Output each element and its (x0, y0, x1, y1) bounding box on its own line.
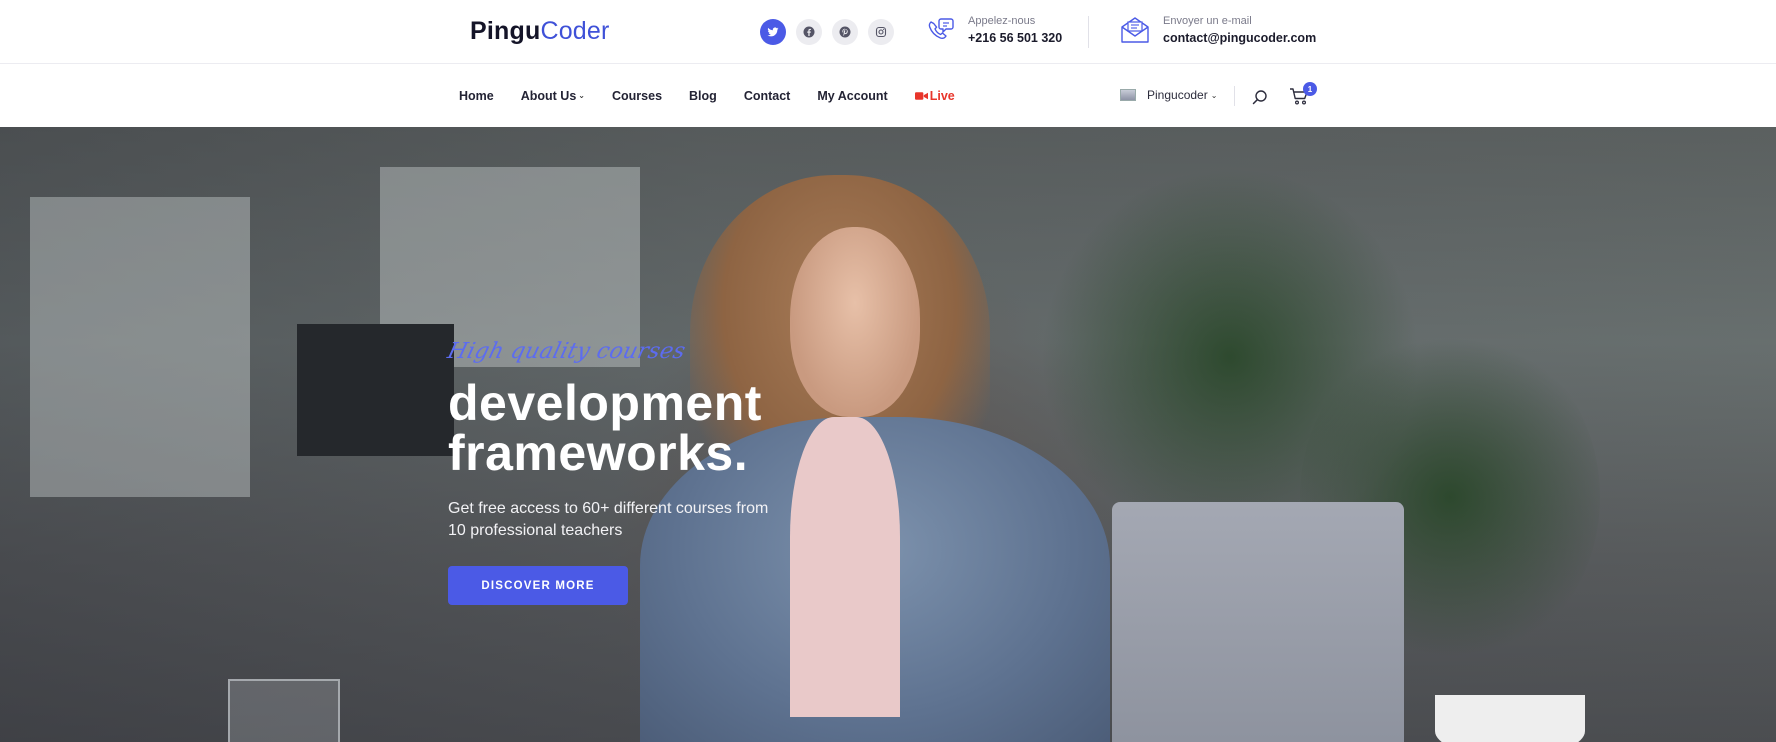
hero-headline: development frameworks. (448, 378, 968, 478)
nav-about-us[interactable]: About Us ⌄ (521, 89, 585, 103)
background-screen (297, 324, 454, 456)
hero-subtext-line2: 10 professional teachers (448, 522, 623, 539)
video-camera-icon (914, 91, 928, 100)
logo-text-primary: Pingu (470, 16, 541, 45)
hero-headline-line2: frameworks. (448, 425, 749, 481)
nav-home[interactable]: Home (459, 89, 494, 103)
contact-phone-value[interactable]: +216 56 501 320 (968, 28, 1062, 48)
contact-email-text: Envoyer un e-mail contact@pingucoder.com (1163, 14, 1316, 48)
top-bar: PinguCoder Appelez-nous +216 56 501 320 (0, 0, 1776, 64)
twitter-link[interactable] (760, 19, 786, 45)
background-window (30, 197, 250, 497)
main-nav: Home About Us ⌄ Courses Blog Contact My A… (459, 64, 982, 127)
contact-phone[interactable]: Appelez-nous +216 56 501 320 (924, 14, 1062, 48)
logo-text-secondary: Coder (540, 16, 610, 45)
twitter-icon (767, 27, 779, 37)
contact-email-value[interactable]: contact@pingucoder.com (1163, 28, 1316, 48)
contact-phone-label: Appelez-nous (968, 15, 1036, 27)
nav-contact[interactable]: Contact (744, 89, 791, 103)
nav-courses-label: Courses (612, 88, 663, 103)
nav-home-label: Home (459, 88, 494, 103)
divider (1088, 16, 1089, 48)
main-navbar: Home About Us ⌄ Courses Blog Contact My A… (0, 64, 1776, 127)
social-links (760, 19, 894, 45)
nav-my-account-label: My Account (817, 88, 888, 103)
chevron-down-icon: ⌄ (578, 91, 585, 100)
contact-phone-text: Appelez-nous +216 56 501 320 (968, 14, 1062, 48)
pinterest-link[interactable] (832, 19, 858, 45)
instagram-link[interactable] (868, 19, 894, 45)
hero-subtext-line1: Get free access to 60+ different courses… (448, 500, 769, 517)
user-menu[interactable]: Pingucoder ⌄ (1120, 88, 1217, 102)
background-cup (1435, 695, 1585, 742)
cart-count-badge: 1 (1303, 82, 1317, 96)
facebook-icon (803, 26, 815, 38)
contact-email[interactable]: Envoyer un e-mail contact@pingucoder.com (1119, 14, 1316, 48)
hero-tagline: High quality courses (444, 339, 689, 364)
chevron-down-icon: ⌄ (1210, 90, 1218, 100)
search-icon[interactable] (1252, 89, 1268, 105)
facebook-link[interactable] (796, 19, 822, 45)
discover-more-button[interactable]: DISCOVER MORE (448, 566, 628, 605)
nav-courses[interactable]: Courses (612, 89, 662, 103)
hero-content: High quality courses development framewo… (444, 339, 968, 605)
divider (1234, 86, 1235, 106)
site-logo[interactable]: Pingu Coder (470, 15, 610, 47)
avatar (1120, 89, 1136, 101)
nav-live[interactable]: Live (914, 88, 955, 103)
hero-subtext: Get free access to 60+ different courses… (448, 498, 828, 542)
user-name: Pingucoder (1147, 88, 1208, 102)
phone-chat-icon (928, 18, 954, 40)
envelope-icon (1121, 17, 1149, 43)
background-laptop (1112, 502, 1404, 742)
pinterest-icon (839, 26, 851, 38)
nav-live-label: Live (929, 88, 955, 103)
nav-contact-label: Contact (743, 88, 791, 103)
hero-headline-line1: development (448, 375, 762, 431)
nav-about-us-label: About Us (520, 88, 577, 103)
nav-my-account[interactable]: My Account (817, 89, 887, 103)
nav-blog-label: Blog (689, 88, 717, 103)
background-glass (228, 679, 340, 742)
instagram-icon (875, 26, 887, 38)
contact-email-label: Envoyer un e-mail (1163, 15, 1252, 27)
hero-banner: High quality courses development framewo… (0, 127, 1776, 742)
nav-blog[interactable]: Blog (689, 89, 717, 103)
